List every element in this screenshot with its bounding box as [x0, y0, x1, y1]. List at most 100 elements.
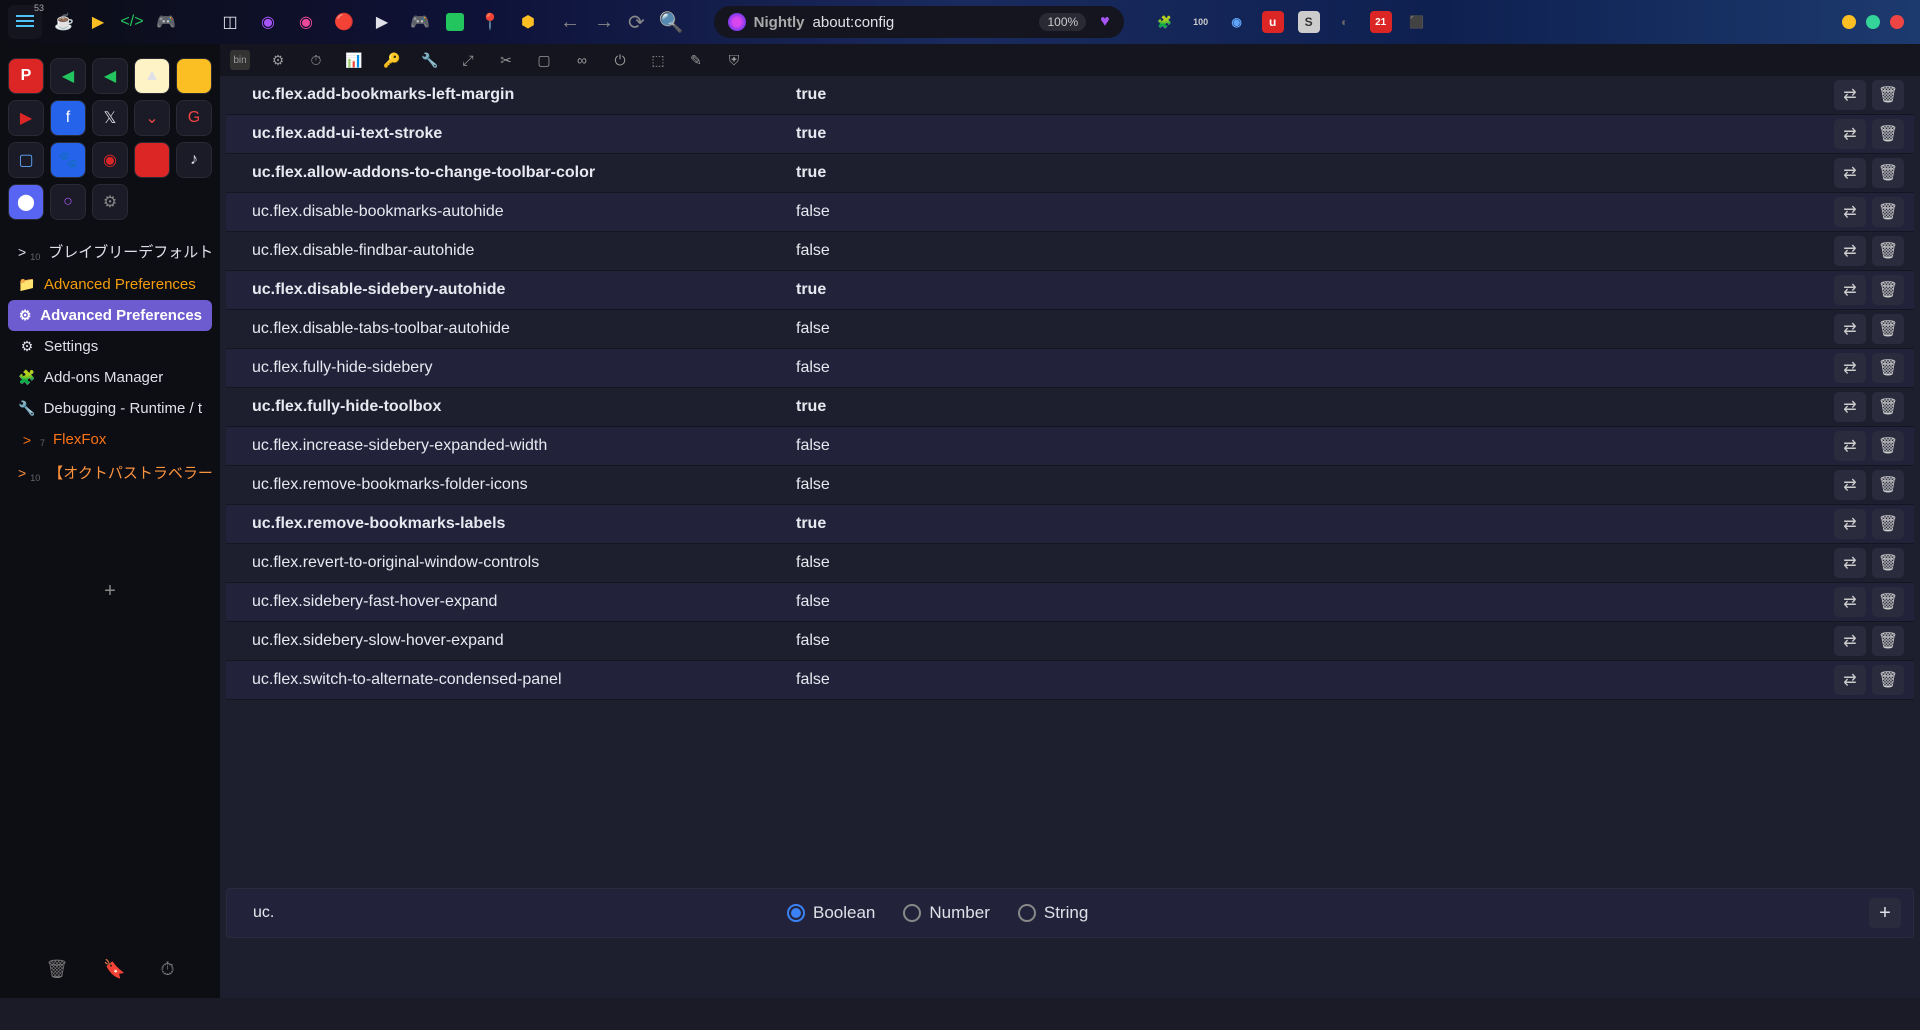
tile-discord[interactable]: ⬤ [8, 184, 44, 220]
search-button[interactable]: 🔍 [659, 10, 684, 35]
tile-arrow2[interactable]: ◀ [92, 58, 128, 94]
delete-button[interactable]: 🗑 [1872, 353, 1904, 383]
toggle-button[interactable]: ⇄ [1834, 119, 1866, 149]
maximize-button[interactable] [1866, 15, 1880, 29]
crop-icon[interactable]: ⬚ [648, 50, 668, 70]
ext-yellow-icon[interactable]: ⬢ [516, 10, 540, 34]
sidebar-item-4[interactable]: 🧩Add-ons Manager [8, 362, 212, 393]
toggle-button[interactable]: ⇄ [1834, 665, 1866, 695]
back-button[interactable]: ← [560, 11, 580, 34]
ext-firefox-icon[interactable]: ◉ [256, 10, 280, 34]
radio-boolean[interactable]: Boolean [787, 903, 875, 923]
expand-icon[interactable]: ⤢ [458, 50, 478, 70]
tile-p[interactable]: P [8, 58, 44, 94]
reload-button[interactable]: ⟳ [628, 10, 645, 35]
chart-icon[interactable]: 📊 [344, 50, 364, 70]
tile-arrow1[interactable]: ◀ [50, 58, 86, 94]
tile-bili[interactable]: ▢ [8, 142, 44, 178]
trash-icon[interactable]: 🗑 [45, 959, 68, 980]
delete-button[interactable]: 🗑 [1872, 275, 1904, 305]
play-icon[interactable]: ▶ [86, 10, 110, 34]
toggle-button[interactable]: ⇄ [1834, 392, 1866, 422]
wrench-icon[interactable]: 🔧 [420, 50, 440, 70]
ext-pink-icon[interactable]: ◉ [294, 10, 318, 34]
tile-tiktok[interactable]: ♪ [176, 142, 212, 178]
add-pref-button[interactable]: + [1869, 898, 1901, 928]
gear-icon[interactable]: ⚙ [268, 50, 288, 70]
sidebar-item-0[interactable]: >10ブレイブリーデフォルト [8, 234, 212, 269]
tile-x[interactable]: 𝕏 [92, 100, 128, 136]
minimize-button[interactable] [1842, 15, 1856, 29]
url-bar[interactable]: Nightly about:config 100% ♥ [714, 6, 1124, 38]
delete-button[interactable]: 🗑 [1872, 548, 1904, 578]
edit-icon[interactable]: ✎ [686, 50, 706, 70]
zoom-indicator[interactable]: 100% [1039, 13, 1086, 31]
sidebar-item-2[interactable]: ⚙Advanced Preferences [8, 300, 212, 331]
cut-icon[interactable]: ✂ [496, 50, 516, 70]
delete-button[interactable]: 🗑 [1872, 392, 1904, 422]
stylus-icon[interactable]: S [1298, 11, 1320, 33]
sidebar-item-7[interactable]: >10【オクトパストラベラー2 [8, 455, 212, 490]
gamepad-icon[interactable]: 🎮 [154, 10, 178, 34]
delete-button[interactable]: 🗑 [1872, 119, 1904, 149]
radio-number[interactable]: Number [903, 903, 989, 923]
tile-note[interactable] [176, 58, 212, 94]
tile-paw[interactable]: 🐾 [50, 142, 86, 178]
toggle-button[interactable]: ⇄ [1834, 548, 1866, 578]
toggle-button[interactable]: ⇄ [1834, 314, 1866, 344]
code-icon[interactable]: </> [120, 10, 144, 34]
delete-button[interactable]: 🗑 [1872, 197, 1904, 227]
sidebar-toggle-icon[interactable]: ◫ [218, 10, 242, 34]
ext-maps-icon[interactable]: 📍 [478, 10, 502, 34]
dark-reader-icon[interactable]: ◐ [1334, 11, 1356, 33]
extensions-button[interactable]: 🧩 [1154, 11, 1176, 33]
tile-red2[interactable] [134, 142, 170, 178]
ext-blue-icon[interactable]: ◉ [1226, 11, 1248, 33]
tile-red[interactable]: G [176, 100, 212, 136]
tile-facebook[interactable]: f [50, 100, 86, 136]
toggle-button[interactable]: ⇄ [1834, 470, 1866, 500]
key-icon[interactable]: 🔑 [382, 50, 402, 70]
toggle-button[interactable]: ⇄ [1834, 509, 1866, 539]
counter-badge[interactable]: 100 [1190, 11, 1212, 33]
toggle-button[interactable]: ⇄ [1834, 353, 1866, 383]
delete-button[interactable]: 🗑 [1872, 626, 1904, 656]
delete-button[interactable]: 🗑 [1872, 470, 1904, 500]
coffee-icon[interactable]: ☕ [52, 10, 76, 34]
toggle-button[interactable]: ⇄ [1834, 197, 1866, 227]
history-icon[interactable]: ⏱ [161, 959, 175, 980]
ext-play-store-icon[interactable]: ▶ [370, 10, 394, 34]
clock-icon[interactable]: ⏱ [306, 50, 326, 70]
ext-ps-icon[interactable]: 🎮 [408, 10, 432, 34]
box-icon[interactable]: ▢ [534, 50, 554, 70]
calendar-icon[interactable]: 21 [1370, 11, 1392, 33]
sidebar-item-3[interactable]: ⚙Settings [8, 331, 212, 362]
toggle-button[interactable]: ⇄ [1834, 158, 1866, 188]
delete-button[interactable]: 🗑 [1872, 314, 1904, 344]
heart-icon[interactable]: ♥ [1100, 13, 1110, 31]
ublock-icon[interactable]: u [1262, 11, 1284, 33]
close-button[interactable] [1890, 15, 1904, 29]
tile-weibo[interactable]: ◉ [92, 142, 128, 178]
toggle-button[interactable]: ⇄ [1834, 626, 1866, 656]
toggle-button[interactable]: ⇄ [1834, 80, 1866, 110]
delete-button[interactable]: 🗑 [1872, 431, 1904, 461]
radio-string[interactable]: String [1018, 903, 1088, 923]
delete-button[interactable]: 🗑 [1872, 158, 1904, 188]
toggle-button[interactable]: ⇄ [1834, 431, 1866, 461]
profile-icon[interactable]: ⬛ [1406, 11, 1428, 33]
ext-green-icon[interactable] [446, 13, 464, 31]
forward-button[interactable]: → [594, 11, 614, 34]
tile-youtube[interactable]: ▶ [8, 100, 44, 136]
power-icon[interactable]: ⏻ [610, 50, 630, 70]
delete-button[interactable]: 🗑 [1872, 80, 1904, 110]
toggle-button[interactable]: ⇄ [1834, 275, 1866, 305]
sidebar-item-6[interactable]: >7FlexFox [8, 424, 212, 455]
sidebar-item-5[interactable]: 🔧Debugging - Runtime / t [8, 393, 212, 424]
delete-button[interactable]: 🗑 [1872, 665, 1904, 695]
tile-pocket[interactable]: ⌄ [134, 100, 170, 136]
infinity-icon[interactable]: ∞ [572, 50, 592, 70]
bin-icon[interactable]: bin [230, 50, 250, 70]
tile-purple[interactable]: ○ [50, 184, 86, 220]
sidebar-item-1[interactable]: 📁Advanced Preferences [8, 269, 212, 300]
